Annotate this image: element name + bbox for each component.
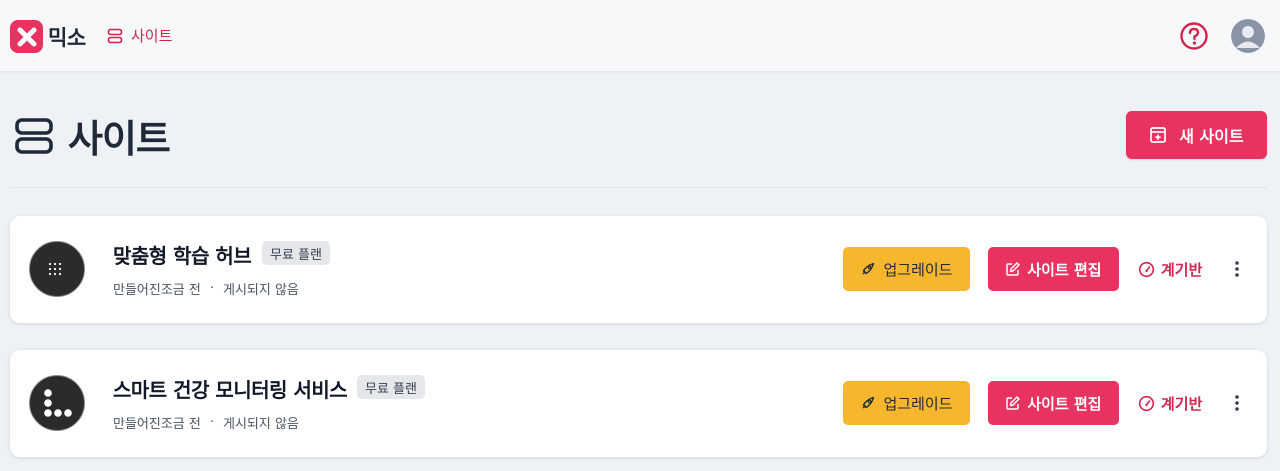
upgrade-label: 업그레이드 (883, 260, 953, 279)
site-meta: 만들어진조금 전 · 게시되지 않음 (113, 279, 299, 298)
dashboard-label: 계기반 (1161, 394, 1203, 413)
top-bar: 믹소 사이트 (0, 0, 1280, 72)
site-name[interactable]: 스마트 건강 모니터링 서비스 (113, 374, 348, 403)
separator: · (209, 415, 214, 430)
circles-cluster-icon (29, 375, 85, 431)
rocket-icon (862, 262, 875, 275)
help-circle-icon (1180, 22, 1208, 50)
sites-icon (15, 117, 53, 154)
new-site-button[interactable]: 새 사이트 (1126, 111, 1267, 159)
upgrade-label: 업그레이드 (883, 394, 953, 413)
dots-grid-icon (29, 241, 85, 297)
upgrade-button[interactable]: 업그레이드 (843, 381, 970, 425)
site-meta: 만들어진조금 전 · 게시되지 않음 (113, 413, 299, 432)
user-avatar-icon (1231, 19, 1265, 53)
page-header: 사이트 (14, 108, 171, 163)
created-text: 만들어진조금 전 (113, 283, 201, 298)
more-options-button[interactable] (1226, 390, 1248, 416)
edit-icon (1006, 262, 1021, 276)
dashboard-label: 계기반 (1161, 260, 1203, 279)
edit-label: 사이트 편집 (1027, 260, 1102, 279)
help-button[interactable] (1178, 20, 1210, 52)
dashboard-link[interactable]: 계기반 (1138, 256, 1202, 282)
gauge-icon (1138, 395, 1155, 411)
gauge-icon (1138, 261, 1155, 277)
dashboard-link[interactable]: 계기반 (1138, 390, 1202, 416)
breadcrumb[interactable]: 사이트 (107, 25, 172, 46)
separator: · (209, 281, 214, 296)
edit-icon (1006, 396, 1021, 410)
edit-site-button[interactable]: 사이트 편집 (988, 381, 1119, 425)
site-card: 맞춤형 학습 허브 무료 플랜 만들어진조금 전 · 게시되지 않음 업그레이드… (10, 216, 1267, 323)
brand-name[interactable]: 믹소 (48, 22, 86, 52)
breadcrumb-label: 사이트 (131, 27, 173, 45)
publish-status: 게시되지 않음 (223, 283, 299, 298)
add-page-icon (1150, 127, 1167, 143)
publish-status: 게시되지 않음 (223, 417, 299, 432)
created-text: 만들어진조금 전 (113, 417, 201, 432)
new-site-label: 새 사이트 (1179, 127, 1244, 146)
plan-badge: 무료 플랜 (262, 241, 330, 265)
logo-icon[interactable] (10, 20, 43, 53)
sites-icon (107, 28, 123, 43)
more-options-button[interactable] (1226, 256, 1248, 282)
edit-label: 사이트 편집 (1027, 394, 1102, 413)
plan-badge: 무료 플랜 (357, 375, 425, 399)
more-vertical-icon (1235, 395, 1239, 411)
page-title: 사이트 (68, 117, 171, 161)
more-vertical-icon (1235, 261, 1239, 277)
upgrade-button[interactable]: 업그레이드 (843, 247, 970, 291)
divider (10, 187, 1267, 188)
rocket-icon (862, 396, 875, 409)
site-name[interactable]: 맞춤형 학습 허브 (113, 240, 252, 269)
site-card: 스마트 건강 모니터링 서비스 무료 플랜 만들어진조금 전 · 게시되지 않음… (10, 350, 1267, 457)
user-avatar[interactable] (1231, 19, 1265, 53)
edit-site-button[interactable]: 사이트 편집 (988, 247, 1119, 291)
